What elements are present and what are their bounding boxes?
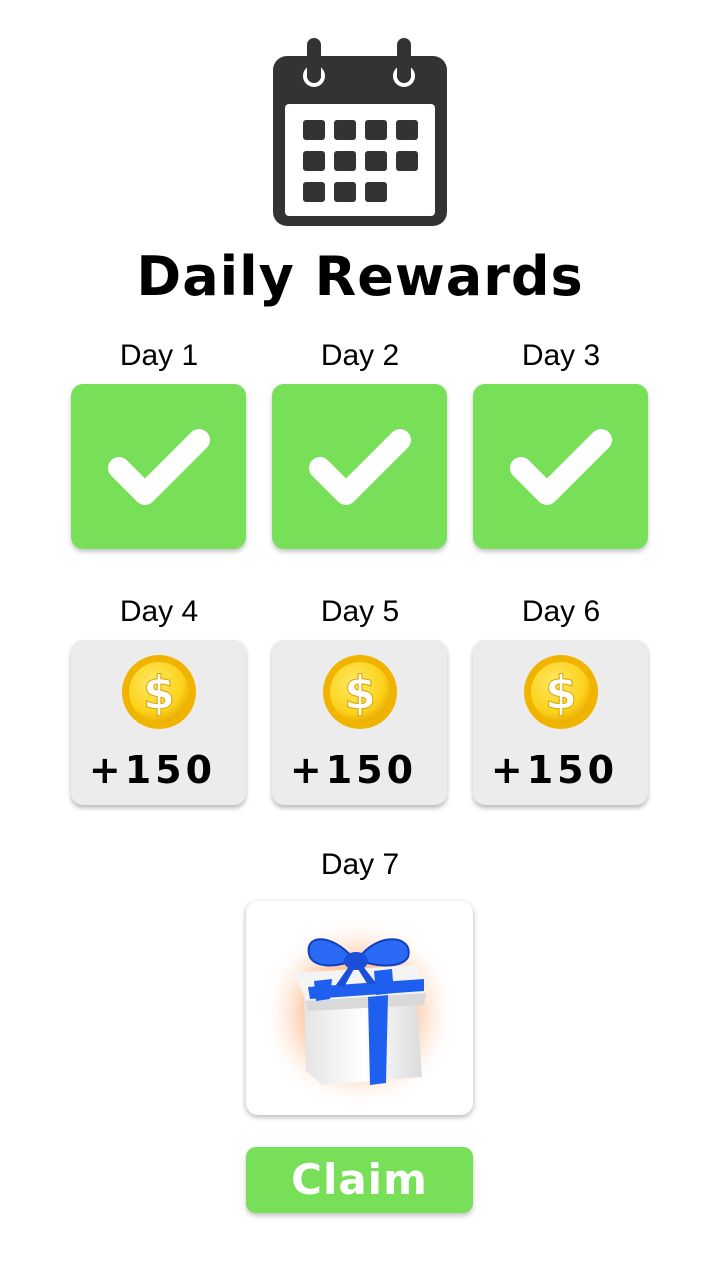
gift-box-icon [259, 911, 459, 1107]
dollar-coin-icon: $ [122, 655, 196, 729]
page-title: Daily Rewards [136, 245, 584, 308]
day-6-tile[interactable]: $ +150 [473, 640, 648, 805]
calendar-icon [273, 38, 447, 226]
day-6-label: Day 6 [521, 595, 601, 628]
svg-text:$: $ [143, 666, 175, 720]
day-7-label: Day 7 [320, 848, 400, 881]
day-4-tile[interactable]: $ +150 [71, 640, 246, 805]
checkmark-icon [510, 429, 612, 505]
reward-amount: +150 [490, 748, 619, 792]
day-3-tile[interactable] [473, 384, 648, 549]
svg-text:$: $ [344, 666, 376, 720]
checkmark-icon [309, 429, 411, 505]
day-4-label: Day 4 [119, 595, 199, 628]
day-1-tile[interactable] [71, 384, 246, 549]
dollar-coin-icon: $ [524, 655, 598, 729]
svg-text:$: $ [545, 666, 577, 720]
day-5-tile[interactable]: $ +150 [272, 640, 447, 805]
day-3-label: Day 3 [521, 339, 601, 372]
day-2-tile[interactable] [272, 384, 447, 549]
day-7-tile[interactable] [246, 901, 473, 1115]
day-1-label: Day 1 [119, 339, 199, 372]
reward-amount: +150 [88, 748, 217, 792]
reward-amount: +150 [289, 748, 418, 792]
checkmark-icon [108, 429, 210, 505]
day-5-label: Day 5 [320, 595, 400, 628]
claim-button[interactable]: Claim [246, 1147, 473, 1213]
dollar-coin-icon: $ [323, 655, 397, 729]
day-2-label: Day 2 [320, 339, 400, 372]
